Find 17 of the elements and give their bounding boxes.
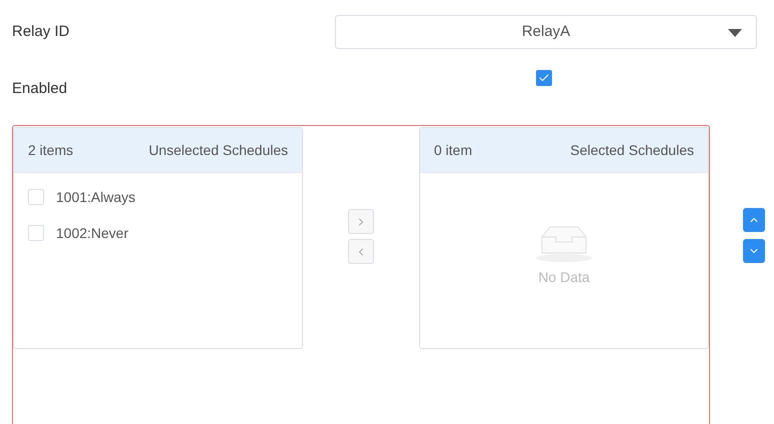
schedule-label[interactable]: 1002:Never <box>56 222 128 244</box>
relay-id-select[interactable]: RelayA <box>335 15 757 49</box>
panel-title: Unselected Schedules <box>148 140 288 160</box>
item-checkbox[interactable] <box>28 189 44 205</box>
item-count: 0 item <box>434 140 472 160</box>
no-data-text: No Data <box>538 268 590 287</box>
relay-id-label: Relay ID <box>12 22 71 42</box>
enabled-label: Enabled <box>12 78 68 99</box>
item-count: 2 items <box>28 140 74 160</box>
schedule-label[interactable]: 1001:Always <box>56 186 136 208</box>
move-up-button[interactable] <box>743 208 765 232</box>
dropdown-caret-icon <box>728 29 742 37</box>
panel-title: Selected Schedules <box>570 140 694 160</box>
enabled-checkbox[interactable] <box>536 70 552 86</box>
check-icon <box>538 72 550 84</box>
move-down-button[interactable] <box>743 239 765 263</box>
item-checkbox[interactable] <box>28 225 44 241</box>
